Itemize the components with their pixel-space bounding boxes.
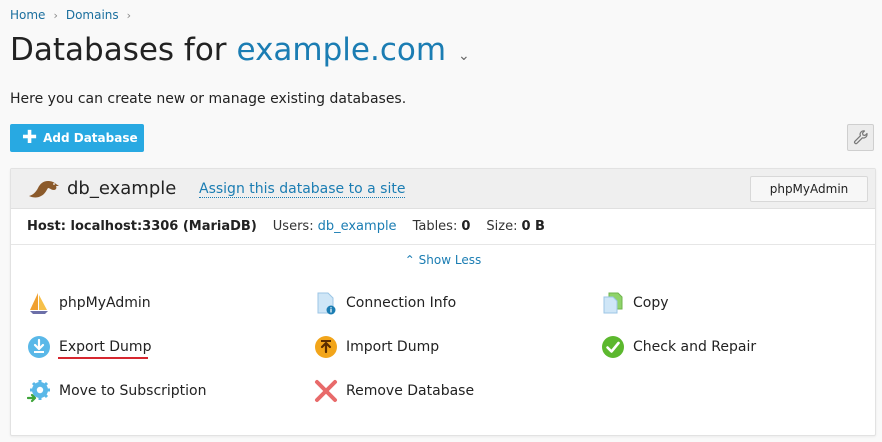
page-title: Databases for example.com ⌄ [10,32,470,68]
breadcrumb-home-link[interactable]: Home [10,8,45,22]
remove-database-label: Remove Database [346,383,475,399]
phpmyadmin-action-label: phpMyAdmin [59,295,151,311]
add-database-label: Add Database [43,131,138,145]
settings-button[interactable] [847,124,874,151]
tables-label: Tables: [412,219,458,234]
remove-x-icon [314,379,338,403]
phpmyadmin-action[interactable]: phpMyAdmin [27,290,151,316]
show-less-label: Show Less [418,253,482,267]
domain-selector[interactable]: example.com [237,32,447,68]
phpmyadmin-header-button[interactable]: phpMyAdmin [750,176,868,202]
users-label: Users: [272,219,314,234]
phpmyadmin-sailboat-icon [27,291,51,315]
checkmark-icon [601,335,625,359]
database-name: db_example [67,178,177,199]
database-card-header: db_example Assign this database to a sit… [11,169,875,209]
show-less-toggle[interactable]: ⌃ Show Less [11,253,875,267]
assign-database-link[interactable]: Assign this database to a site [199,181,406,198]
breadcrumb-domains-link[interactable]: Domains [66,8,119,22]
page-title-prefix: Databases for [10,32,227,68]
move-subscription-label: Move to Subscription [59,383,207,399]
add-database-button[interactable]: ✚ Add Database [10,124,144,152]
chevron-up-icon: ⌃ [404,253,415,267]
tables-value: 0 [461,219,471,234]
chevron-right-icon: › [126,8,132,22]
size-label: Size: [486,219,518,234]
mariadb-seal-icon [29,181,59,198]
copy-action[interactable]: Copy [601,290,669,316]
connection-info-label: Connection Info [346,295,457,311]
plus-icon: ✚ [22,127,38,148]
page-description: Here you can create new or manage existi… [10,91,407,107]
move-subscription-action[interactable]: Move to Subscription [27,378,207,404]
download-icon [27,335,51,359]
breadcrumb: Home › Domains › [10,8,139,22]
wrench-icon [853,129,868,144]
import-dump-label: Import Dump [346,339,440,355]
import-dump-action[interactable]: Import Dump [314,334,439,360]
connection-info-action[interactable]: Connection Info [314,290,456,316]
remove-database-action[interactable]: Remove Database [314,378,474,404]
chevron-right-icon: › [53,8,58,22]
database-info-row: Host: localhost:3306 (MariaDB) Users: db… [11,209,875,245]
copy-icon [601,291,625,315]
size-value: 0 B [521,219,545,234]
host-info: Host: localhost:3306 (MariaDB) [27,219,257,234]
chevron-down-icon[interactable]: ⌄ [458,48,470,64]
check-repair-action[interactable]: Check and Repair [601,334,756,360]
export-dump-highlight [58,357,148,359]
upload-icon [314,335,338,359]
users-link[interactable]: db_example [318,219,397,234]
connection-info-icon [314,291,338,315]
gear-move-icon [27,379,51,403]
database-card: db_example Assign this database to a sit… [10,168,876,436]
copy-label: Copy [633,295,669,311]
check-repair-label: Check and Repair [633,339,757,355]
export-dump-label: Export Dump [59,339,152,355]
